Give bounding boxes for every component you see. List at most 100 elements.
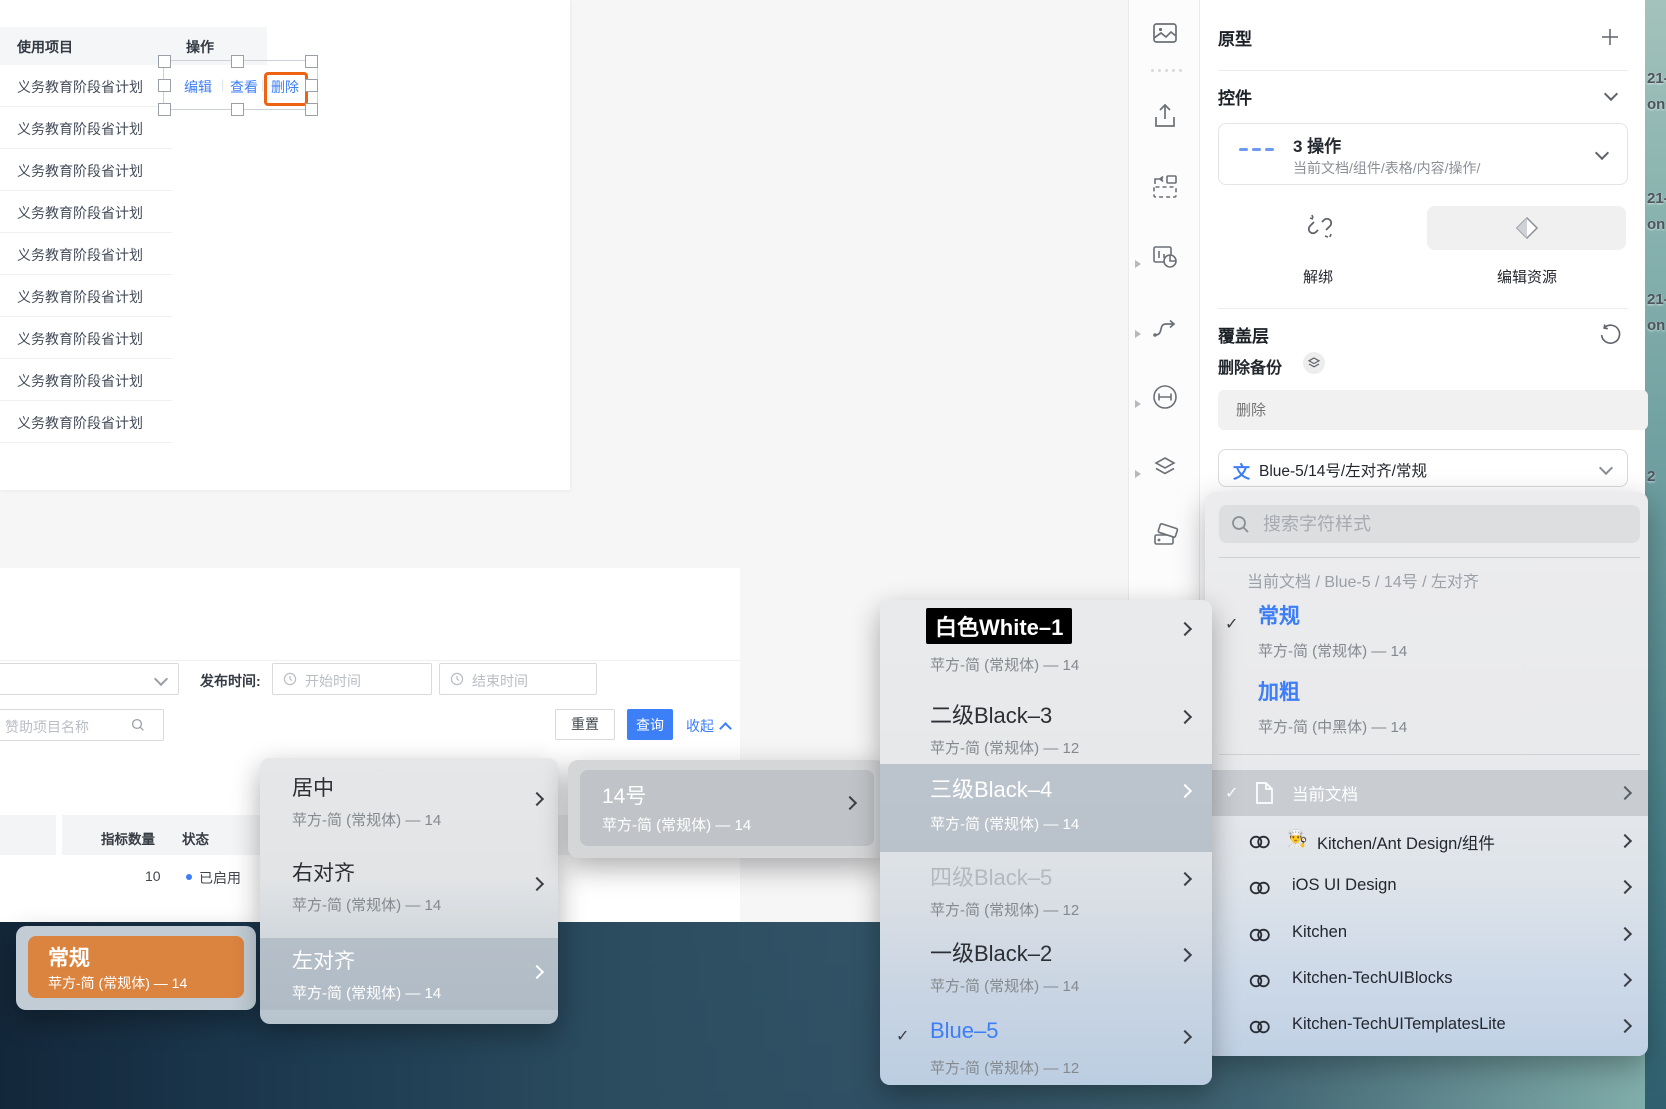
selection-handle[interactable] <box>231 55 244 68</box>
doc-row[interactable]: Kitchen-TechUITemplatesLite <box>1205 1007 1648 1047</box>
layers-icon[interactable] <box>1150 452 1180 482</box>
chevron-right-icon <box>1618 786 1632 800</box>
dots-separator <box>1151 69 1182 72</box>
text-style-value: Blue-5/14号/左对齐/常规 <box>1259 459 1427 481</box>
chevron-right-icon <box>1618 880 1632 894</box>
unbind-label[interactable]: 解绑 <box>1303 266 1333 287</box>
style-option-regular[interactable]: 常规 <box>1258 600 1300 630</box>
chevron-right-icon <box>1178 872 1192 886</box>
chevron-right-icon <box>1178 622 1192 636</box>
swatch-icon[interactable] <box>1150 522 1180 552</box>
query-button[interactable]: 查询 <box>627 709 673 740</box>
clock-icon <box>450 672 464 686</box>
text-style-selector[interactable]: 文 Blue-5/14号/左对齐/常规 <box>1218 449 1628 487</box>
table-row[interactable]: 义务教育阶段省计划 <box>0 149 570 191</box>
chevron-right-icon <box>1178 948 1192 962</box>
edit-link[interactable]: 编辑 <box>184 77 212 97</box>
export-icon[interactable] <box>1150 102 1180 132</box>
selection-handle[interactable] <box>158 103 171 116</box>
link-icon <box>1247 832 1273 852</box>
slice-icon[interactable] <box>1150 172 1180 202</box>
canvas-cut-label: on <box>1647 96 1665 113</box>
view-link[interactable]: 查看 <box>230 77 258 97</box>
doc-row[interactable]: Kitchen-TechUIBlocks <box>1205 961 1648 1001</box>
overlay-section-title: 覆盖层 <box>1218 322 1269 347</box>
table-row[interactable]: 义务教育阶段省计划 <box>0 191 570 233</box>
component-instance-card[interactable]: 3 操作 当前文档/组件/表格/内容/操作/ <box>1218 123 1628 185</box>
table-row[interactable]: 义务教育阶段省计划 <box>0 359 570 401</box>
component-title: 3 操作 <box>1293 132 1341 157</box>
canvas-cut-label: 2 <box>1647 468 1655 485</box>
delete-backup-input[interactable] <box>1218 390 1648 430</box>
selection-handle[interactable] <box>305 79 318 92</box>
table-row[interactable]: 义务教育阶段省计划 <box>0 401 570 443</box>
menu-item-black-4[interactable]: 三级Black–4 苹方-简 (常规体) — 14 <box>880 764 1212 852</box>
style-option-bold[interactable]: 加粗 <box>1258 676 1300 706</box>
divider <box>0 660 740 661</box>
end-time-input[interactable]: 结束时间 <box>439 663 597 695</box>
connector-icon[interactable] <box>1150 312 1180 342</box>
link-icon <box>1247 971 1273 991</box>
flyout-indicator <box>1135 260 1141 268</box>
chart-widget-icon[interactable] <box>1150 242 1180 272</box>
selection-handle[interactable] <box>305 103 318 116</box>
chevron-right-icon <box>1618 834 1632 848</box>
collapse-toggle[interactable]: 收起 <box>686 716 727 736</box>
revert-icon[interactable] <box>1598 322 1622 346</box>
check-icon: ✓ <box>1225 614 1238 634</box>
edit-resource-label[interactable]: 编辑资源 <box>1497 266 1557 287</box>
image-icon[interactable] <box>1150 18 1180 48</box>
divider <box>1218 70 1628 71</box>
unlink-icon[interactable] <box>1306 212 1334 240</box>
flyout-indicator <box>1135 400 1141 408</box>
doc-label: iOS UI Design <box>1292 876 1397 895</box>
style-option-bold-sub: 苹方-简 (中黑体) — 14 <box>1258 716 1407 737</box>
project-name-input[interactable]: 赞助项目名称 <box>0 709 164 741</box>
link-icon <box>1247 1017 1273 1037</box>
chevron-right-icon <box>1618 1019 1632 1033</box>
link-separator: | <box>221 77 224 92</box>
style-breadcrumb: 当前文档 / Blue-5 / 14号 / 左对齐 <box>1247 568 1479 592</box>
flyout-indicator <box>1135 470 1141 478</box>
menu-item-regular[interactable]: 常规 苹方-简 (常规体) — 14 <box>28 936 244 998</box>
column-header-usage: 使用项目 <box>17 37 73 57</box>
selection-handle[interactable] <box>305 55 318 68</box>
edit-resource-button[interactable] <box>1427 206 1626 250</box>
chevron-right-icon <box>1178 710 1192 724</box>
doc-row-current[interactable]: ✓ 当前文档 <box>1205 770 1648 816</box>
filter-select[interactable] <box>0 663 179 695</box>
chevron-down-icon <box>1599 461 1613 475</box>
check-icon: ✓ <box>1225 783 1238 803</box>
table-row[interactable]: 义务教育阶段省计划 <box>0 317 570 359</box>
table-row[interactable]: 义务教育阶段省计划 <box>0 107 570 149</box>
menu-item-left-align[interactable]: 左对齐 苹方-简 (常规体) — 14 <box>260 938 558 1010</box>
doc-row[interactable]: 👨‍🍳 Kitchen/Ant Design/组件 <box>1205 822 1648 862</box>
canvas-cut-label: 21- <box>1647 70 1666 87</box>
diamond-icon <box>1514 215 1540 241</box>
caret-up-icon <box>719 722 732 735</box>
selection-handle[interactable] <box>158 79 171 92</box>
divider <box>1218 308 1628 309</box>
doc-row[interactable]: Kitchen <box>1205 915 1648 955</box>
start-time-input[interactable]: 开始时间 <box>272 663 432 695</box>
publish-time-label: 发布时间: <box>200 671 261 691</box>
layers-badge-icon[interactable] <box>1303 352 1325 374</box>
doc-row[interactable]: iOS UI Design <box>1205 868 1648 908</box>
divider <box>1219 754 1640 755</box>
delete-backup-label: 删除备份 <box>1218 354 1282 378</box>
table-row[interactable]: 义务教育阶段省计划 <box>0 233 570 275</box>
chevron-right-icon <box>1618 973 1632 987</box>
style-search-input[interactable] <box>1219 505 1640 543</box>
selection-handle[interactable] <box>158 55 171 68</box>
menu-item-14[interactable]: 14号 苹方-简 (常规体) — 14 <box>580 770 874 846</box>
canvas-right-strip: 21- on 21- on 21- on 2 <box>1645 0 1666 1109</box>
measure-icon[interactable] <box>1150 382 1180 412</box>
metric-count-cell: 10 <box>145 868 161 884</box>
doc-label: 当前文档 <box>1292 781 1358 805</box>
status-cell: 已启用 <box>199 868 241 888</box>
plus-icon[interactable] <box>1600 27 1620 47</box>
table-row[interactable]: 义务教育阶段省计划 <box>0 275 570 317</box>
chevron-right-icon <box>530 965 544 979</box>
reset-button[interactable]: 重置 <box>555 709 615 740</box>
selection-handle[interactable] <box>231 103 244 116</box>
